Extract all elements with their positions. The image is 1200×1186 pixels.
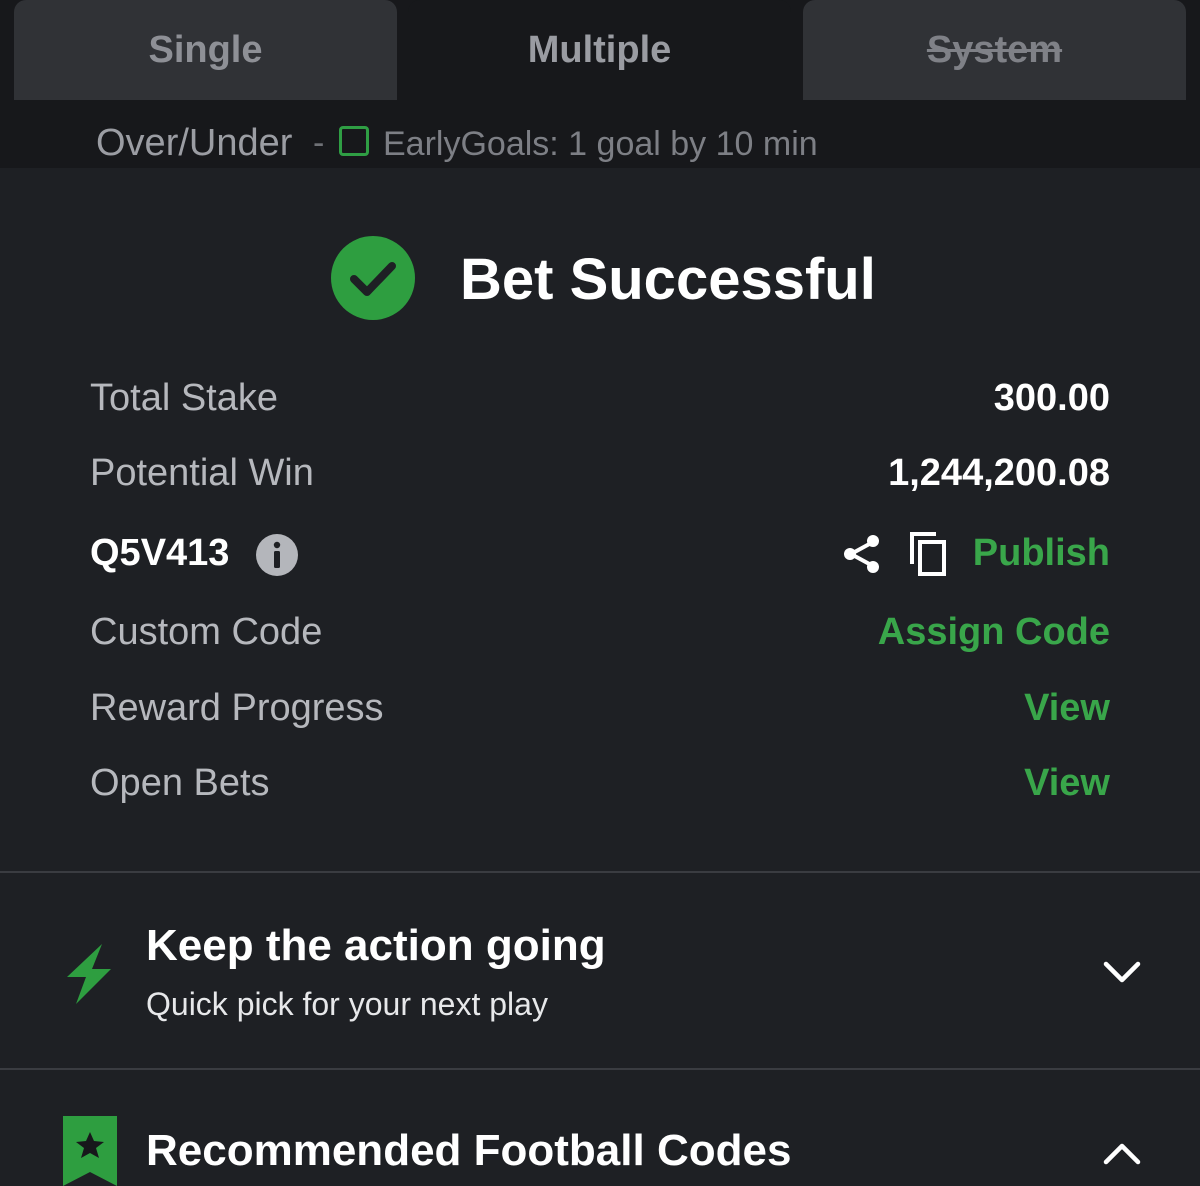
potential-win-row: Potential Win 1,244,200.08	[90, 452, 1110, 512]
success-title: Bet Successful	[460, 247, 876, 312]
open-bets-label: Open Bets	[90, 762, 270, 804]
recommended-codes-title: Recommended Football Codes	[146, 1126, 792, 1175]
chevron-up-icon[interactable]	[1100, 1132, 1144, 1176]
total-stake-label: Total Stake	[90, 377, 278, 419]
booking-code-row: Q5V413 Publish	[90, 532, 1110, 592]
lightning-bolt-icon	[67, 944, 111, 1004]
recommended-codes-section[interactable]: Recommended Football Codes	[0, 1070, 1200, 1186]
potential-win-label: Potential Win	[90, 452, 314, 494]
star-bookmark-icon	[63, 1116, 117, 1186]
potential-win-value: 1,244,200.08	[888, 452, 1110, 494]
keep-action-title: Keep the action going	[146, 921, 606, 970]
custom-code-row: Custom Code Assign Code	[90, 611, 1110, 671]
custom-code-label: Custom Code	[90, 611, 323, 653]
selection-market: Over/Under	[96, 122, 293, 164]
selection-checkbox[interactable]	[339, 126, 369, 156]
copy-icon[interactable]	[906, 530, 950, 578]
check-circle-icon	[331, 236, 415, 320]
info-icon[interactable]	[255, 533, 299, 577]
selection-separator: -	[313, 124, 325, 162]
booking-code: Q5V413	[90, 532, 230, 574]
selection-strip: Over/Under - EarlyGoals: 1 goal by 10 mi…	[0, 110, 1200, 168]
reward-progress-label: Reward Progress	[90, 687, 384, 729]
keep-action-subtitle: Quick pick for your next play	[146, 986, 548, 1022]
assign-code-button[interactable]: Assign Code	[878, 611, 1110, 654]
tab-system[interactable]: System	[803, 0, 1186, 100]
total-stake-value: 300.00	[993, 377, 1110, 419]
selection-outcome: EarlyGoals: 1 goal by 10 min	[383, 125, 818, 163]
chevron-down-icon[interactable]	[1100, 950, 1144, 994]
total-stake-row: Total Stake 300.00	[90, 377, 1110, 437]
keep-action-section[interactable]: Keep the action going Quick pick for you…	[0, 873, 1200, 1068]
tab-multiple[interactable]: Multiple	[408, 0, 791, 100]
reward-progress-view-link[interactable]: View	[1024, 687, 1110, 730]
bet-success-header: Bet Successful	[0, 232, 1200, 322]
tab-single[interactable]: Single	[14, 0, 397, 100]
reward-progress-row: Reward Progress View	[90, 687, 1110, 747]
share-icon[interactable]	[840, 532, 884, 576]
open-bets-view-link[interactable]: View	[1024, 762, 1110, 805]
bet-type-tabs: Single Multiple System	[0, 0, 1200, 110]
publish-button[interactable]: Publish	[973, 532, 1110, 575]
open-bets-row: Open Bets View	[90, 762, 1110, 822]
